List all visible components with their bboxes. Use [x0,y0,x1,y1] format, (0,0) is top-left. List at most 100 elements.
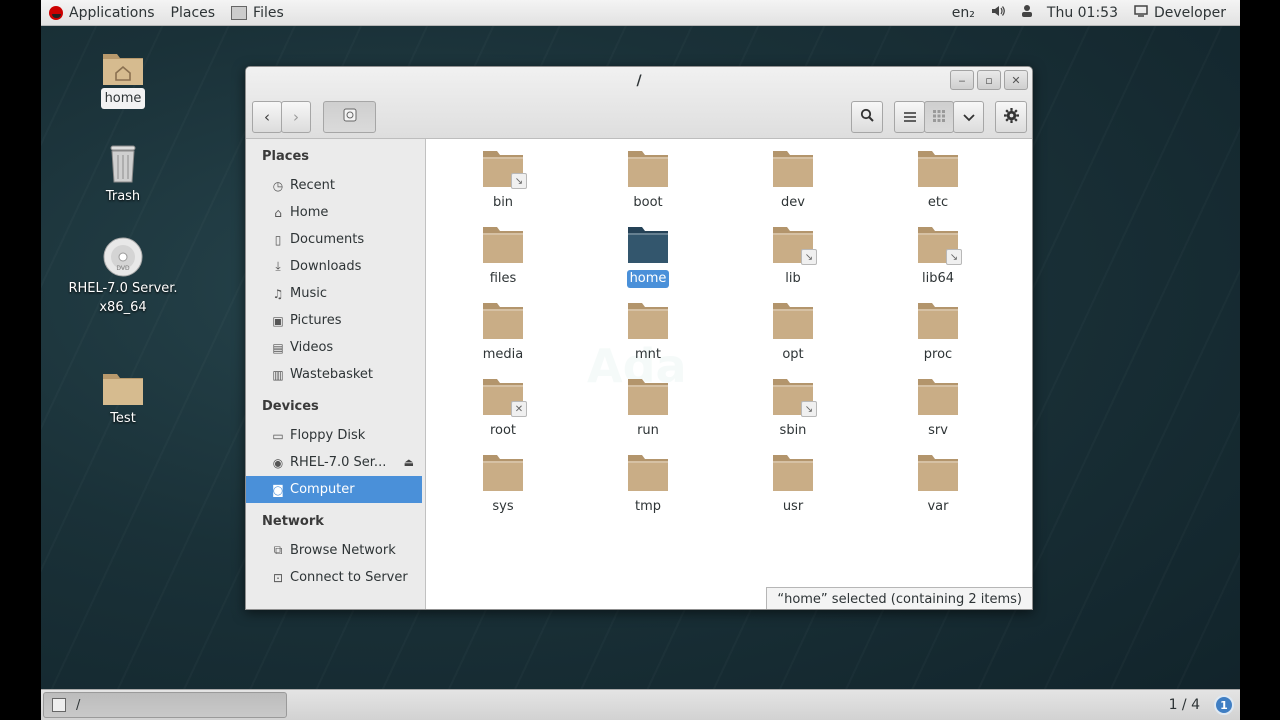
folder-item[interactable]: ↘ lib [743,225,843,288]
folder-item[interactable]: boot [598,149,698,212]
window-titlebar[interactable]: / ‒ ▫ ✕ ‹ › [246,67,1032,139]
grid-view-button[interactable] [924,101,954,133]
sidebar-item-home[interactable]: ⌂ Home [246,199,422,226]
folder-item[interactable]: ↘ bin [453,149,553,212]
symlink-emblem-icon: ↘ [801,401,817,417]
desktop-icon-label: RHEL-7.0 Server. [68,281,178,296]
film-icon: ▤ [272,340,284,355]
folder-item[interactable]: dev [743,149,843,212]
back-button[interactable]: ‹ [252,101,282,133]
gear-icon [1003,107,1019,127]
folder-item[interactable]: mnt [598,301,698,364]
files-label: Files [253,4,284,21]
sidebar-item-wastebasket[interactable]: ▥ Wastebasket [246,361,422,388]
path-bar-computer-button[interactable] [323,101,376,133]
minimize-button[interactable]: ‒ [950,70,974,90]
keyboard-layout-indicator[interactable]: en₂ [944,0,983,26]
sidebar-item-music[interactable]: ♫ Music [246,280,422,307]
notification-badge[interactable]: 1 [1214,695,1234,715]
folder-item[interactable]: var [888,453,988,516]
sidebar-item-computer[interactable]: ◙ Computer [246,476,422,503]
folder-item[interactable]: tmp [598,453,698,516]
folder-label: lib [785,271,801,286]
workspace-indicator[interactable]: 1 / 4 [1169,690,1200,720]
folder-item[interactable]: etc [888,149,988,212]
sidebar-item-label: Music [290,286,327,301]
sidebar-item-label: Computer [290,482,355,497]
folder-icon [481,301,525,341]
sidebar-item-floppy[interactable]: ▭ Floppy Disk [246,422,422,449]
sidebar-item-label: Browse Network [290,543,396,558]
window-icon [52,698,66,712]
user-presence-icon [1021,4,1033,22]
sidebar-item-label: Videos [290,340,334,355]
folder-label: sbin [779,423,807,438]
sidebar-item-label: Floppy Disk [290,428,366,443]
folder-item[interactable]: files [453,225,553,288]
forward-button[interactable]: › [281,101,311,133]
sidebar-item-pictures[interactable]: ▣ Pictures [246,307,422,334]
close-button[interactable]: ✕ [1004,70,1028,90]
desktop-icon-trash[interactable]: Trash [63,142,183,207]
sidebar-item-downloads[interactable]: ⤓ Downloads [246,253,422,280]
trash-icon: ▥ [272,367,284,382]
sidebar-item-label: Documents [290,232,365,247]
places-menu[interactable]: Places [163,0,224,26]
folder-item[interactable]: srv [888,377,988,440]
sidebar-item-connect-server[interactable]: ⊡ Connect to Server [246,564,422,591]
folder-item[interactable]: ↘ lib64 [888,225,988,288]
folder-icon [916,453,960,493]
file-grid: Ada ↘ bin boot dev etc files home ↘ lib ↘ lib64 med… [427,139,1032,609]
desktop-icon-home[interactable]: home [63,48,183,109]
folder-item[interactable]: proc [888,301,988,364]
eject-icon[interactable]: ⏏ [404,456,414,469]
sidebar-item-documents[interactable]: ▯ Documents [246,226,422,253]
folder-icon [626,301,670,341]
folder-icon [916,149,960,189]
folder-item[interactable]: run [598,377,698,440]
sidebar-item-recent[interactable]: ◷ Recent [246,172,422,199]
folder-item[interactable]: ✕ root [453,377,553,440]
folder-item[interactable]: opt [743,301,843,364]
minimize-icon: ‒ [958,73,966,87]
sidebar-item-label: Wastebasket [290,367,374,382]
sidebar-item-videos[interactable]: ▤ Videos [246,334,422,361]
symlink-emblem-icon: ↘ [511,173,527,189]
sidebar-header-devices: Devices [262,399,319,414]
view-options-button[interactable] [953,101,984,133]
desktop-icon-label-line2: x86_64 [99,300,147,315]
search-button[interactable] [851,101,883,133]
list-view-icon [903,108,916,126]
desktop-icon-rhel-dvd[interactable]: DVD RHEL-7.0 Server. x86_64 [63,236,183,318]
volume-indicator[interactable] [983,0,1013,26]
clock-indicator[interactable]: Thu 01:53 [1013,0,1126,26]
folder-label: home [626,270,670,288]
folder-item[interactable]: home [598,225,698,288]
settings-menu-button[interactable] [995,101,1027,133]
folder-item[interactable]: media [453,301,553,364]
maximize-button[interactable]: ▫ [977,70,1001,90]
folder-item[interactable]: sys [453,453,553,516]
grid-view-icon [933,108,945,126]
applications-menu[interactable]: Applications [41,0,163,26]
sidebar-item-rhel-disc[interactable]: ◉ RHEL-7.0 Ser... ⏏ [246,449,422,476]
folder-item[interactable]: usr [743,453,843,516]
desktop-icon-label: Trash [105,189,141,204]
folder-label: bin [492,195,514,210]
applications-label: Applications [69,4,155,21]
maximize-icon: ▫ [985,73,993,87]
desktop-icon-test[interactable]: Test [63,368,183,429]
list-view-button[interactable] [894,101,925,133]
files-window: / ‒ ▫ ✕ ‹ › Places ◷ Recent ⌂ Home ▯ Doc… [245,66,1033,610]
user-menu[interactable]: Developer [1126,0,1240,26]
files-app-menu[interactable]: Files [223,0,292,26]
folder-label: mnt [635,347,661,362]
sidebar-item-browse-network[interactable]: ⧉ Browse Network [246,537,422,564]
folder-item[interactable]: ↘ sbin [743,377,843,440]
chevron-right-icon: › [293,108,299,126]
sidebar-item-label: Connect to Server [290,570,408,585]
folder-label: root [489,423,517,438]
folder-icon [481,453,525,493]
taskbar-window-button[interactable]: / [43,692,287,718]
music-icon: ♫ [272,286,284,301]
